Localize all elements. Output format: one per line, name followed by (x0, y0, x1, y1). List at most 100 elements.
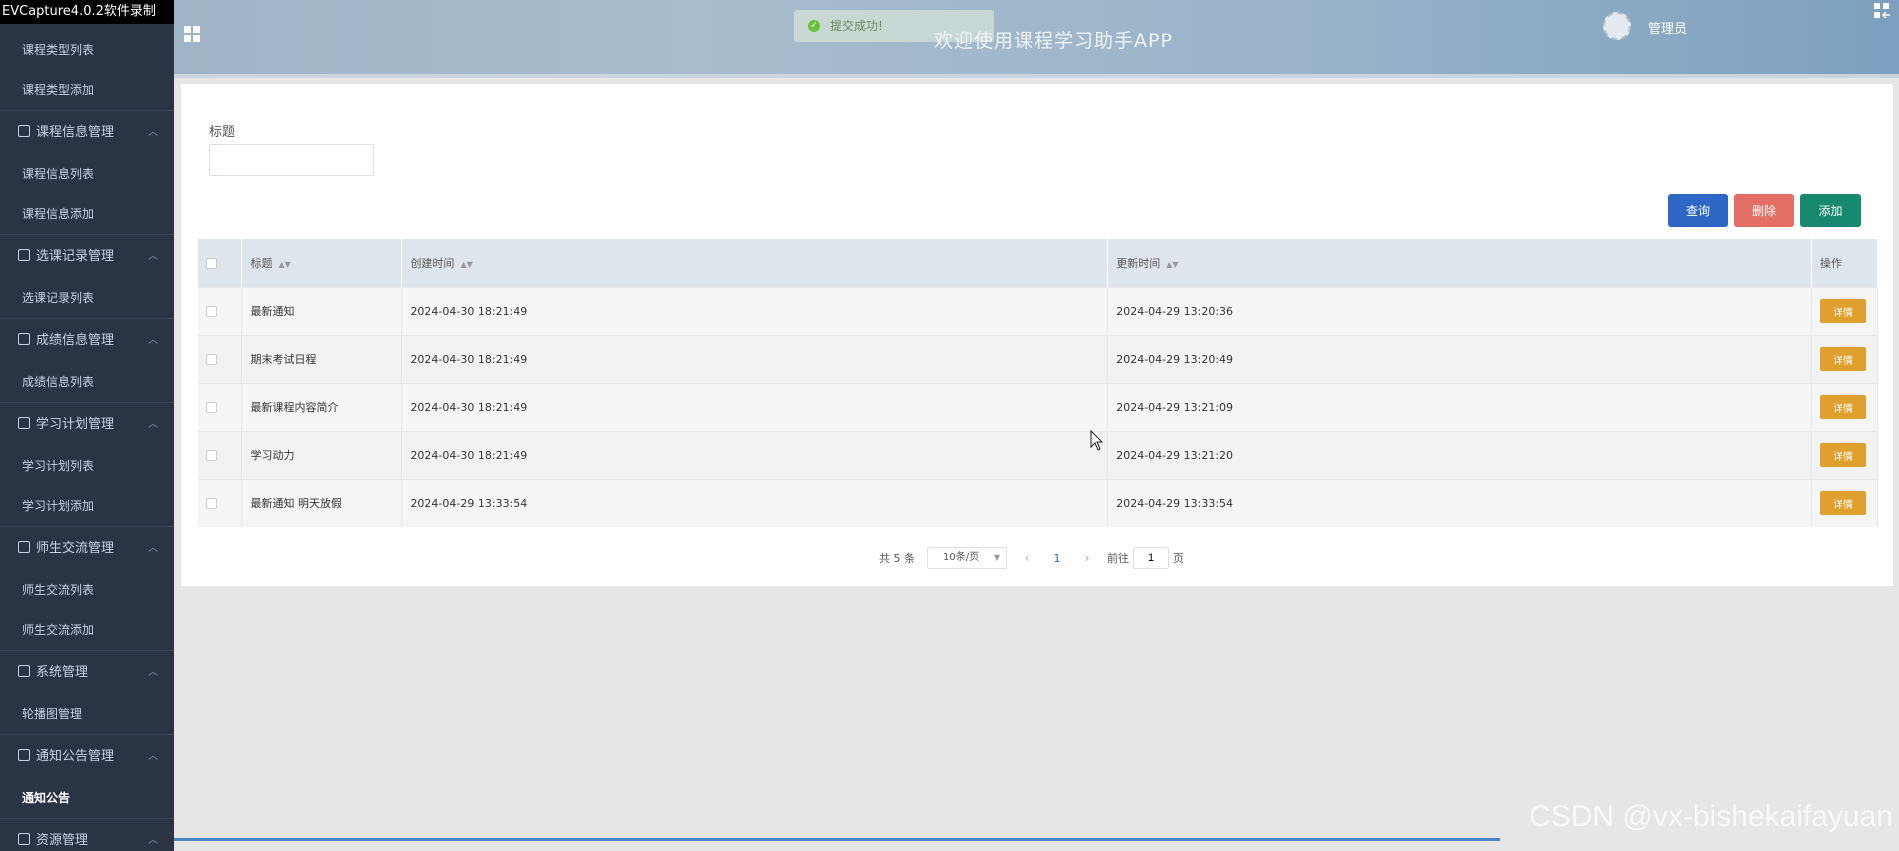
goto-suffix: 页 (1173, 552, 1184, 565)
menu-grid-icon[interactable] (184, 26, 200, 42)
menu-folder-icon (18, 333, 30, 345)
sidebar-group[interactable]: 系统管理 ︿ (0, 650, 174, 694)
table-cell (198, 382, 243, 431)
menu-folder-icon (18, 249, 30, 261)
sidebar-group[interactable]: 成绩信息管理 ︿ (0, 318, 174, 362)
sidebar-group-label: 成绩信息管理 (36, 333, 115, 348)
recorder-title: EVCapture4.0.2软件录制 (0, 0, 174, 24)
sort-icon[interactable]: ▲▼ (460, 260, 472, 269)
sidebar-item[interactable]: 学习计划添加 (0, 486, 174, 526)
table-row: 最新通知 2024-04-30 18:21:49 2024-04-29 13:20:… (198, 286, 1879, 335)
cell-updated: 2024-04-29 13:21:20 (1107, 430, 1812, 479)
cell-created: 2024-04-29 13:33:54 (401, 478, 1109, 527)
sidebar-item[interactable]: 师生交流列表 (0, 570, 174, 610)
sidebar-item[interactable]: 课程类型列表 (0, 30, 174, 70)
sort-icon[interactable]: ▲▼ (278, 260, 290, 269)
sidebar-group-label: 系统管理 (36, 665, 89, 680)
avatar[interactable] (1603, 12, 1631, 40)
chevron-down-icon: ▼ (993, 553, 1000, 562)
table-cell (198, 334, 243, 383)
add-button[interactable]: 添加 (1800, 194, 1861, 227)
detail-button[interactable]: 详情 (1819, 443, 1866, 467)
col-created-header[interactable]: 创建时间 (410, 257, 454, 270)
cell-created: 2024-04-30 18:21:49 (401, 334, 1109, 383)
col-updated-header[interactable]: 更新时间 (1116, 257, 1160, 270)
notice-table: 标题 ▲▼ 创建时间 ▲▼ 更新时间 ▲▼ 操作 最新通知 2024-04-30 18:… (198, 239, 1879, 527)
row-checkbox[interactable] (206, 402, 217, 413)
table-row: 最新通知 明天放假 2024-04-29 13:33:54 2024-04-29 1… (198, 478, 1879, 527)
cell-updated: 2024-04-29 13:21:09 (1107, 382, 1812, 431)
sidebar-group[interactable]: 课程信息管理 ︿ (0, 110, 174, 154)
detail-button[interactable]: 详情 (1819, 299, 1866, 323)
chevron-up-icon: ︿ (148, 335, 158, 346)
chevron-up-icon: ︿ (148, 667, 158, 678)
sidebar-item[interactable]: 课程信息列表 (0, 154, 174, 194)
col-ops-header: 操作 (1819, 256, 1842, 270)
chevron-up-icon: ︿ (148, 751, 158, 762)
row-checkbox[interactable] (206, 354, 217, 365)
page-size-select[interactable]: 10条/页 ▼ (927, 547, 1007, 569)
user-name[interactable]: 管理员 (1648, 18, 1687, 37)
table-cell: 详情 (1811, 286, 1879, 335)
detail-button[interactable]: 详情 (1819, 491, 1866, 516)
watermark: CSDN @vx-bishekaifayuan (1529, 800, 1893, 833)
sidebar-item[interactable]: 课程信息添加 (0, 194, 174, 234)
chevron-up-icon: ︿ (148, 127, 158, 138)
sidebar-item[interactable]: 选课记录列表 (0, 278, 174, 318)
select-all-checkbox[interactable] (206, 257, 217, 269)
sidebar-item[interactable]: 师生交流添加 (0, 610, 174, 650)
pagination: 共 5 条 10条/页 ▼ ‹ 1 › 前往 页 (879, 547, 1184, 569)
chevron-up-icon: ︿ (148, 835, 158, 846)
table-cell: 详情 (1811, 430, 1879, 479)
sidebar-group[interactable]: 选课记录管理 ︿ (0, 234, 174, 278)
goto-page-input[interactable] (1133, 547, 1169, 569)
sidebar-group[interactable]: 师生交流管理 ︿ (0, 526, 174, 570)
sidebar-item[interactable]: 学习计划列表 (0, 446, 174, 486)
detail-button[interactable]: 详情 (1819, 395, 1866, 419)
sidebar-group-label: 选课记录管理 (36, 249, 115, 264)
sidebar-group-label: 通知公告管理 (36, 749, 115, 764)
sidebar-item[interactable]: 轮播图管理 (0, 694, 174, 734)
sidebar: 课程类型列表 课程类型添加 课程信息管理 ︿ 课程信息列表 课程信息添加 选课记录管理 ︿ 选课… (0, 0, 174, 851)
menu-folder-icon (18, 541, 30, 553)
table-cell: 详情 (1811, 382, 1879, 431)
row-checkbox[interactable] (206, 306, 217, 317)
table-cell (198, 478, 243, 527)
cell-title: 最新通知 明天放假 (241, 478, 403, 527)
search-button[interactable]: 查询 (1668, 194, 1728, 227)
delete-button[interactable]: 删除 (1734, 194, 1794, 227)
sidebar-group[interactable]: 学习计划管理 ︿ (0, 402, 174, 446)
detail-button[interactable]: 详情 (1819, 347, 1866, 371)
page-number-current[interactable]: 1 (1047, 552, 1067, 565)
recorder-toggle-icon[interactable] (1873, 2, 1891, 20)
cell-updated: 2024-04-29 13:20:49 (1107, 334, 1812, 383)
col-title-header[interactable]: 标题 (250, 257, 272, 270)
chevron-up-icon: ︿ (148, 543, 158, 554)
main-panel: 标题 查询 删除 添加 标题 ▲▼ 创建时间 ▲▼ 更新时间 ▲▼ 操作 最新通知 20… (181, 84, 1893, 586)
sidebar-item[interactable]: 成绩信息列表 (0, 362, 174, 402)
app-title: 欢迎使用课程学习助手APP (934, 30, 1173, 52)
table-cell: 详情 (1811, 478, 1879, 527)
sidebar-item[interactable]: 通知公告 (0, 778, 174, 818)
sidebar-menu: 课程类型列表 课程类型添加 课程信息管理 ︿ 课程信息列表 课程信息添加 选课记录管理 ︿ 选课… (0, 0, 174, 851)
sidebar-item[interactable]: 课程类型添加 (0, 70, 174, 110)
cell-updated: 2024-04-29 13:33:54 (1107, 478, 1812, 527)
sort-icon[interactable]: ▲▼ (1166, 260, 1178, 269)
total-count: 共 5 条 (879, 552, 915, 565)
cell-created: 2024-04-30 18:21:49 (401, 286, 1109, 335)
prev-page-icon[interactable]: ‹ (1019, 551, 1035, 565)
table-row: 最新课程内容简介 2024-04-30 18:21:49 2024-04-29 13… (198, 382, 1879, 431)
row-checkbox[interactable] (206, 450, 217, 461)
next-page-icon[interactable]: › (1079, 551, 1095, 565)
table-cell: 详情 (1811, 334, 1879, 383)
sidebar-group[interactable]: 通知公告管理 ︿ (0, 734, 174, 778)
title-filter-input[interactable] (209, 144, 374, 176)
row-checkbox[interactable] (206, 498, 217, 510)
table-row: 期末考试日程 2024-04-30 18:21:49 2024-04-29 13:2… (198, 334, 1879, 383)
mouse-cursor-icon (1090, 429, 1104, 452)
sidebar-group[interactable]: 资源管理 ︿ (0, 818, 174, 851)
table-row: 学习动力 2024-04-30 18:21:49 2024-04-29 13:21:… (198, 430, 1879, 479)
goto-prefix: 前往 (1107, 552, 1129, 565)
page-jump: 前往 页 (1107, 547, 1184, 569)
menu-folder-icon (18, 665, 30, 677)
